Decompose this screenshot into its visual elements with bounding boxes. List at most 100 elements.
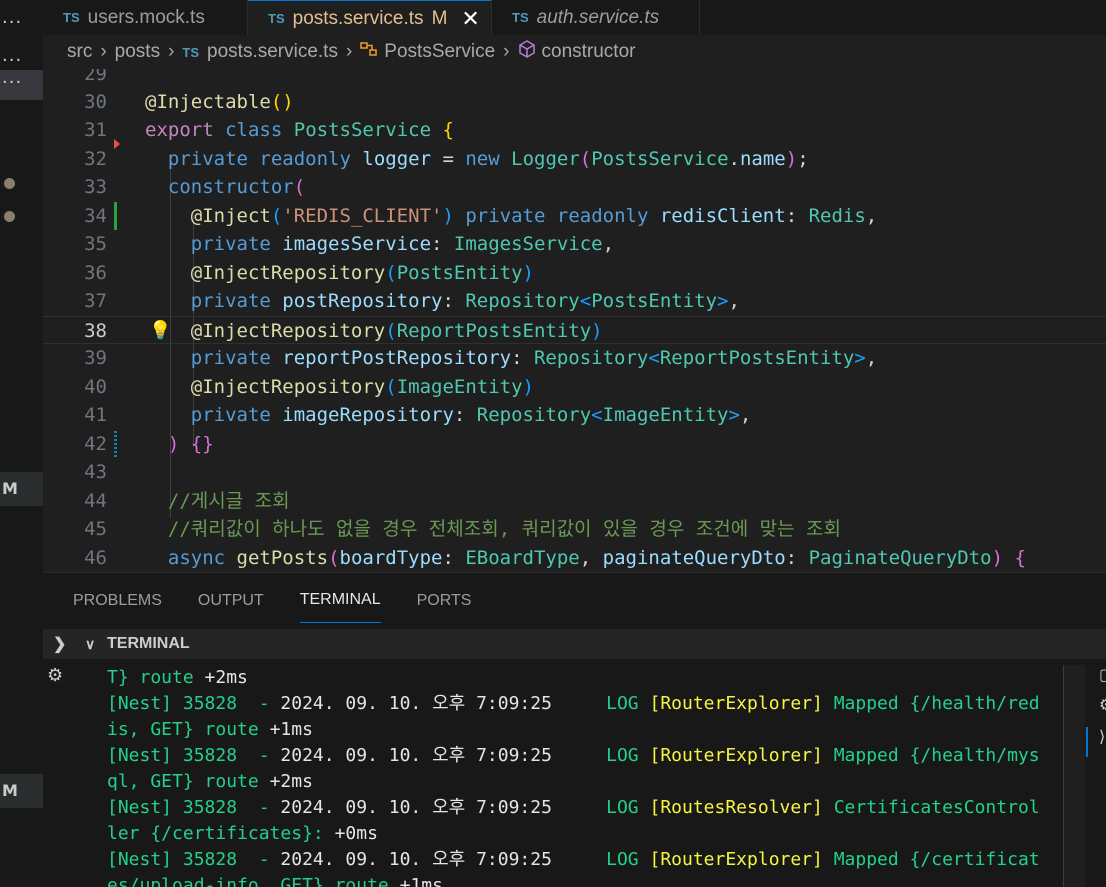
more-actions-icon[interactable]: ···: [0, 50, 45, 71]
terminal-text: +1ms: [399, 875, 443, 887]
typescript-file-icon: TS: [182, 44, 200, 60]
code-line: 39 private reportPostRepository: Reposit…: [43, 344, 1106, 372]
terminal-text: +2ms: [204, 667, 248, 688]
terminal-line: es/upload-info, GET} route +1ms: [107, 873, 1063, 887]
section-title: TERMINAL: [107, 635, 190, 652]
line-number: 32: [84, 148, 107, 170]
code-line: 31 export class PostsService {: [43, 116, 1106, 144]
chevron-right-icon: ›: [345, 41, 353, 62]
line-number: 33: [84, 176, 107, 198]
breadcrumb-folder[interactable]: src: [67, 41, 92, 63]
terminal-text: Mapped {/certificat: [822, 849, 1040, 870]
terminal-text: Mapped {/health/red: [822, 693, 1040, 714]
sidebar-item[interactable]: M: [0, 472, 43, 506]
code-line: 29: [43, 69, 1106, 88]
selected-item[interactable]: ···: [0, 70, 43, 100]
terminal-text: +1ms: [269, 719, 313, 740]
chevron-right-icon[interactable]: ❯: [53, 634, 66, 654]
terminal-line: ler {/certificates}: +0ms: [107, 821, 1063, 847]
terminal-text: [RouterExplorer]: [649, 849, 823, 870]
terminal-text: CertificatesControl: [822, 797, 1040, 818]
bottom-panel: PROBLEMS OUTPUT TERMINAL PORTS ❯ ∨ TERMI…: [43, 572, 1106, 887]
terminal-text: [Nest] 35828 -: [107, 745, 281, 766]
code-line: 37 private postRepository: Repository<Po…: [43, 287, 1106, 315]
terminal-text: is, GET} route: [107, 719, 270, 740]
terminal-text: 2024. 09. 10. 오후 7:09:25: [280, 693, 552, 714]
chevron-right-icon: ›: [503, 41, 510, 62]
close-icon[interactable]: ✕: [461, 6, 479, 32]
terminal-text: LOG: [551, 797, 650, 818]
breadcrumb: src › posts › TS posts.service.ts › Post…: [43, 35, 1106, 69]
line-number: 31: [84, 119, 107, 141]
line-number: 45: [84, 518, 107, 540]
line-number: 39: [84, 347, 107, 369]
code-line: 43: [43, 458, 1106, 486]
code-line: 44 //게시글 조회: [43, 487, 1106, 515]
terminal-text: 2024. 09. 10. 오후 7:09:25: [280, 849, 552, 870]
terminal-icon[interactable]: ▢: [1099, 665, 1106, 684]
modified-badge: M: [2, 479, 18, 498]
code-line: 40 @InjectRepository(ImageEntity): [43, 373, 1106, 401]
terminal-text: LOG: [551, 745, 650, 766]
code-line: 41 private imageRepository: Repository<I…: [43, 401, 1106, 429]
chevron-right-icon: ›: [100, 41, 107, 62]
debug-icon[interactable]: ⚙: [1099, 695, 1106, 714]
terminal-text: +2ms: [269, 771, 313, 792]
terminal-line: [Nest] 35828 - 2024. 09. 10. 오후 7:09:25 …: [107, 691, 1063, 717]
code-line: 32 private readonly logger = new Logger(…: [43, 145, 1106, 173]
terminal-text: ql, GET} route: [107, 771, 270, 792]
modified-indicator: M: [431, 7, 448, 29]
tab-ports[interactable]: PORTS: [417, 579, 472, 623]
tab-label: auth.service.ts: [536, 6, 660, 28]
terminal-scrollbar[interactable]: [1063, 665, 1086, 887]
terminal-line: is, GET} route +1ms: [107, 717, 1063, 743]
chevron-down-icon[interactable]: ∨: [85, 636, 95, 653]
debug-console-icon[interactable]: ⚙: [47, 665, 63, 686]
terminal-text: [RouterExplorer]: [649, 745, 823, 766]
terminal-list: ▢ ⚙ ⟩: [1085, 659, 1106, 887]
code-line: 33 constructor(: [43, 173, 1106, 201]
tab-terminal[interactable]: TERMINAL: [299, 579, 381, 623]
terminal-text: LOG: [551, 693, 650, 714]
terminal-text: [Nest] 35828 -: [107, 797, 281, 818]
code-line: 34 @Inject('REDIS_CLIENT') private reado…: [43, 202, 1106, 230]
typescript-file-icon: TS: [512, 10, 529, 25]
terminal-icon[interactable]: ⟩: [1099, 727, 1105, 746]
terminal-text: 2024. 09. 10. 오후 7:09:25: [280, 797, 552, 818]
terminal-line: [Nest] 35828 - 2024. 09. 10. 오후 7:09:25 …: [107, 795, 1063, 821]
editor-tab-bar: TS users.mock.ts TS posts.service.ts M ✕…: [43, 0, 1106, 36]
terminal-text: [RouterExplorer]: [649, 693, 823, 714]
code-editor[interactable]: 29 30 @Injectable() 31 export class PostsS…: [43, 69, 1106, 572]
chevron-right-icon: ›: [168, 41, 175, 62]
breadcrumb-subfolder[interactable]: posts: [115, 41, 160, 63]
line-number: 37: [84, 290, 107, 312]
breadcrumb-file[interactable]: posts.service.ts: [207, 41, 338, 63]
terminal-section-header[interactable]: ❯ ∨ TERMINAL: [43, 629, 1106, 659]
breadcrumb-member[interactable]: constructor: [542, 41, 636, 63]
status-dot-icon: [4, 211, 15, 222]
line-number: 30: [84, 91, 107, 113]
line-number: 44: [84, 490, 107, 512]
terminal-line: ql, GET} route +2ms: [107, 769, 1063, 795]
tab-users-mock[interactable]: TS users.mock.ts: [43, 0, 248, 35]
terminal-text: +0ms: [334, 823, 378, 844]
more-actions-icon[interactable]: ···: [0, 12, 45, 33]
terminal-text: ler {/certificates}:: [107, 823, 335, 844]
code-line: 35 private imagesService: ImagesService,: [43, 230, 1106, 258]
modified-badge: M: [2, 781, 18, 800]
terminal-line: [Nest] 35828 - 2024. 09. 10. 오후 7:09:25 …: [107, 743, 1063, 769]
active-indicator: [1086, 727, 1088, 757]
breadcrumb-class[interactable]: PostsService: [384, 41, 495, 63]
code-line: 42 ) {}: [43, 430, 1106, 458]
line-number: 29: [84, 69, 107, 85]
line-number: 43: [84, 461, 107, 483]
terminal-text: Mapped {/health/mys: [822, 745, 1040, 766]
terminal-text: T} route: [107, 667, 205, 688]
tab-output[interactable]: OUTPUT: [198, 579, 264, 623]
more-actions-icon[interactable]: ···: [0, 72, 45, 93]
tab-auth-service[interactable]: TS auth.service.ts: [492, 0, 700, 35]
tab-problems[interactable]: PROBLEMS: [73, 579, 162, 623]
tab-posts-service[interactable]: TS posts.service.ts M ✕: [248, 0, 492, 36]
terminal-output[interactable]: T} route +2ms [Nest] 35828 - 2024. 09. 10…: [107, 665, 1063, 887]
sidebar-item[interactable]: M: [0, 774, 43, 808]
